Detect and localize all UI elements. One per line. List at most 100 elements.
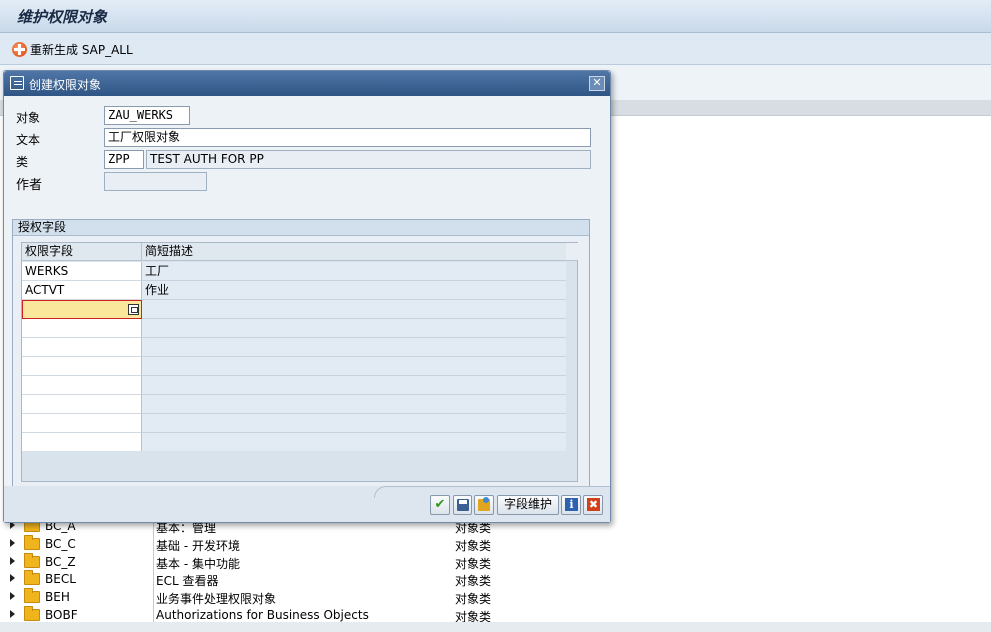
author-field [104, 172, 207, 191]
application-toolbar: 重新生成 SAP_ALL [0, 33, 991, 65]
table-row[interactable] [22, 357, 566, 376]
auth-field-cell[interactable] [22, 376, 142, 395]
cancel-icon: ✖ [587, 498, 600, 511]
tree-row-name: BEH [45, 590, 70, 604]
table-footer-area [22, 451, 577, 481]
column-divider [153, 588, 154, 606]
table-row[interactable] [22, 338, 566, 357]
class-label: 类 [16, 155, 29, 169]
desc-cell: 作业 [142, 281, 566, 300]
window-title-bar: 维护权限对象 [0, 0, 991, 33]
desc-cell [142, 414, 566, 433]
class-description: TEST AUTH FOR PP [146, 150, 591, 169]
tree-row-desc: 基础 - 开发环境 [156, 539, 240, 553]
expand-arrow-icon[interactable] [10, 539, 15, 547]
expand-arrow-icon[interactable] [10, 610, 15, 618]
tree-row[interactable]: BEH 业务事件处理权限对象 对象类 [0, 588, 991, 606]
class-field[interactable]: ZPP [104, 150, 144, 169]
text-label: 文本 [16, 133, 41, 147]
confirm-button[interactable] [430, 495, 450, 515]
auth-field-cell[interactable]: ACTVT [22, 281, 142, 300]
table-row[interactable]: ACTVT 作业 [22, 281, 566, 300]
desc-cell: 工厂 [142, 262, 566, 281]
transport-icon [478, 497, 490, 511]
cancel-button[interactable]: ✖ [583, 495, 603, 515]
transport-button[interactable] [474, 495, 494, 515]
table-row[interactable] [22, 300, 566, 319]
folder-icon [24, 535, 40, 550]
close-icon[interactable]: ✕ [589, 76, 605, 91]
tree-row-name: BC_Z [45, 555, 76, 569]
folder-icon [24, 553, 40, 568]
desc-cell [142, 338, 566, 357]
group-title: 授权字段 [13, 220, 589, 236]
table-row[interactable] [22, 376, 566, 395]
info-button[interactable]: i [561, 495, 581, 515]
object-label: 对象 [16, 111, 41, 125]
tree-row-name: BOBF [45, 608, 78, 622]
dialog-title: 创建权限对象 [29, 78, 102, 92]
field-maintenance-button[interactable]: 字段维护 [497, 495, 559, 515]
auth-field-cell[interactable] [22, 319, 142, 338]
create-auth-object-dialog: 创建权限对象 ✕ 对象 ZAU_WERKS 文本 工厂权限对象 类 ZPP TE… [3, 70, 611, 523]
desc-cell [142, 376, 566, 395]
regenerate-icon [12, 41, 27, 57]
desc-cell [142, 433, 566, 452]
tree-row-desc: ECL 查看器 [156, 574, 219, 588]
tree-row[interactable]: BC_Z 基本 - 集中功能 对象类 [0, 553, 991, 571]
tree-row-name: BECL [45, 572, 76, 586]
text-field[interactable]: 工厂权限对象 [104, 128, 591, 147]
expand-arrow-icon[interactable] [10, 557, 15, 565]
table-row[interactable]: WERKS 工厂 [22, 262, 566, 281]
table-row[interactable] [22, 319, 566, 338]
table-row[interactable] [22, 395, 566, 414]
tree-row-type: 对象类 [455, 574, 492, 588]
column-divider [153, 535, 154, 553]
dialog-title-bar[interactable]: 创建权限对象 ✕ [4, 71, 610, 96]
folder-icon [24, 588, 40, 603]
status-bar [0, 622, 991, 632]
tree-row-type: 对象类 [455, 592, 492, 606]
column-header-field[interactable]: 权限字段 [22, 243, 142, 261]
create-icon [10, 76, 24, 90]
auth-fields-group: 授权字段 权限字段 简短描述 WERKS 工厂 ACTVT 作业 [12, 219, 590, 496]
auth-field-cell[interactable] [22, 414, 142, 433]
auth-field-cell[interactable] [22, 338, 142, 357]
tree-row-type: 对象类 [455, 539, 492, 553]
desc-cell [142, 319, 566, 338]
desc-cell [142, 395, 566, 414]
column-divider [153, 570, 154, 588]
author-label: 作者 [16, 178, 43, 193]
dialog-body: 对象 ZAU_WERKS 文本 工厂权限对象 类 ZPP TEST AUTH F… [4, 96, 610, 496]
regenerate-sap-all-button[interactable]: 重新生成 SAP_ALL [12, 40, 133, 58]
value-help-icon[interactable] [128, 304, 139, 315]
auth-fields-table: 权限字段 简短描述 WERKS 工厂 ACTVT 作业 [21, 242, 578, 482]
tree-row-desc: Authorizations for Business Objects [156, 608, 369, 622]
tree-row[interactable]: BC_C 基础 - 开发环境 对象类 [0, 535, 991, 553]
expand-arrow-icon[interactable] [10, 592, 15, 600]
table-row[interactable] [22, 433, 566, 452]
folder-icon [24, 606, 40, 621]
save-button[interactable] [453, 495, 472, 515]
desc-cell [142, 300, 566, 319]
regenerate-label: 重新生成 SAP_ALL [30, 42, 133, 57]
table-row[interactable] [22, 414, 566, 433]
column-divider [153, 553, 154, 571]
folder-icon [24, 570, 40, 585]
desc-cell [142, 357, 566, 376]
column-header-desc[interactable]: 简短描述 [142, 243, 566, 261]
auth-field-cell[interactable]: WERKS [22, 262, 142, 281]
table-settings-header [566, 243, 578, 261]
tree-row-desc: 业务事件处理权限对象 [156, 592, 277, 606]
dialog-footer: 字段维护 i ✖ [4, 486, 610, 522]
object-field[interactable]: ZAU_WERKS [104, 106, 190, 125]
auth-field-cell[interactable] [22, 395, 142, 414]
auth-field-cell-active[interactable] [22, 300, 142, 319]
tree-row-name: BC_C [45, 537, 76, 551]
expand-arrow-icon[interactable] [10, 574, 15, 582]
tree-row[interactable]: BECL ECL 查看器 对象类 [0, 570, 991, 588]
window-title: 维护权限对象 [17, 8, 108, 26]
auth-field-cell[interactable] [22, 357, 142, 376]
auth-field-cell[interactable] [22, 433, 142, 452]
save-icon [457, 499, 469, 511]
